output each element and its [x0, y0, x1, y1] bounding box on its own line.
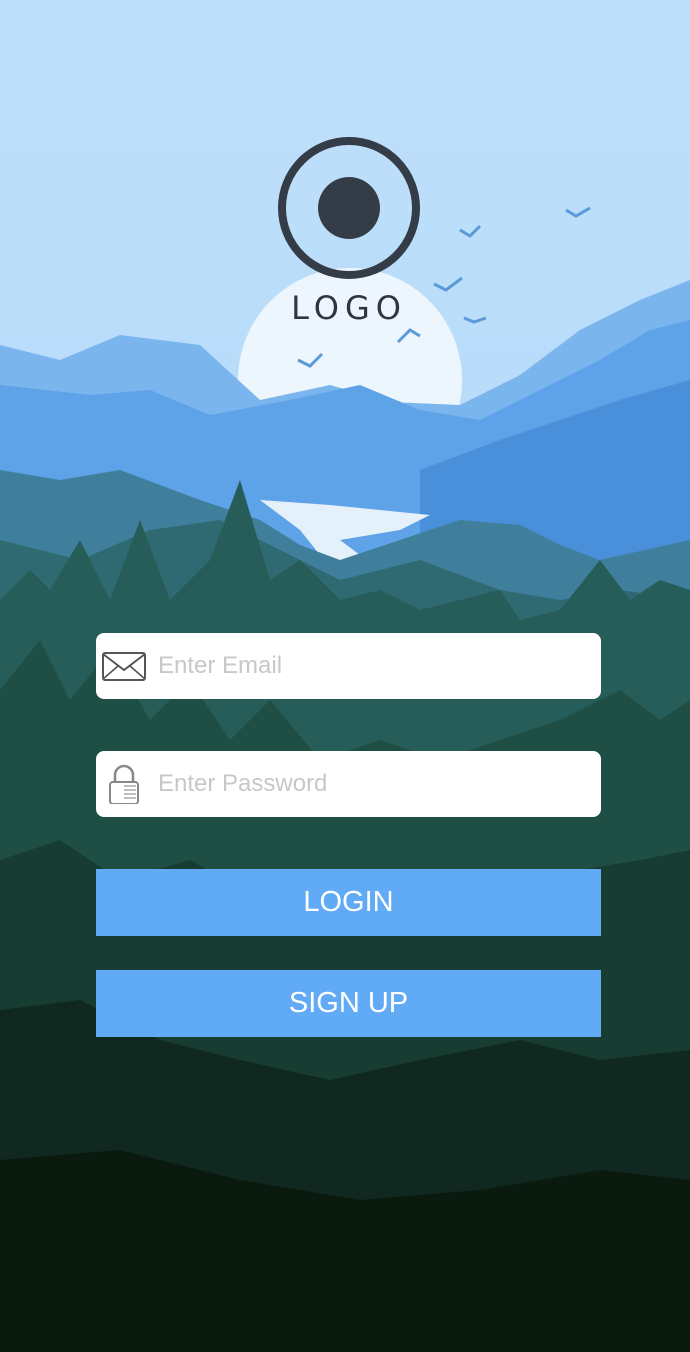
lock-icon: [109, 764, 139, 804]
signup-button[interactable]: SIGN UP: [96, 970, 601, 1037]
password-field-container: [96, 751, 601, 817]
logo-dot-icon: [318, 177, 380, 239]
mail-icon: [102, 652, 146, 681]
app-logo: LOGO: [0, 137, 690, 337]
email-field-container: [96, 633, 601, 699]
email-input[interactable]: [158, 633, 588, 699]
login-button[interactable]: LOGIN: [96, 869, 601, 936]
logo-text: LOGO: [291, 289, 407, 327]
password-input[interactable]: [158, 751, 588, 817]
login-screen: LOGO LOGIN SIGN UP: [0, 0, 690, 1352]
